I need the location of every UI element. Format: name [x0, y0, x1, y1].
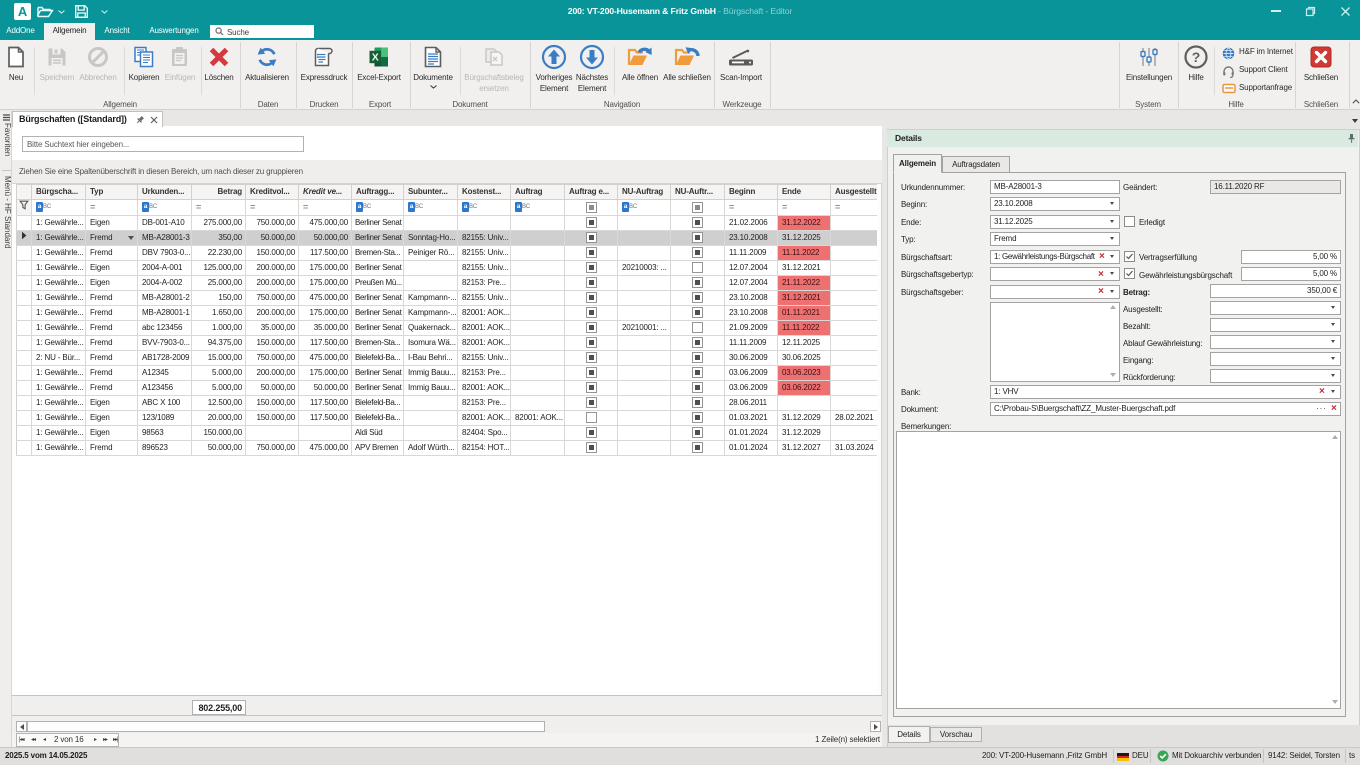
- svg-text:?: ?: [1192, 49, 1200, 65]
- svg-text:X: X: [372, 51, 379, 63]
